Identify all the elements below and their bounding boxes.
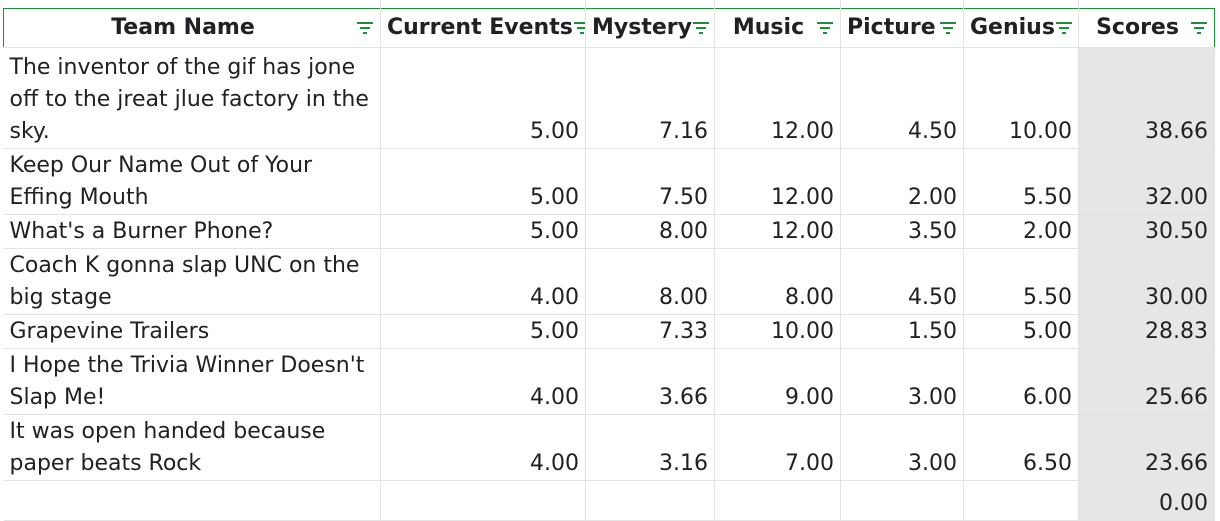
column-header-label: Scores (1096, 15, 1179, 40)
music-cell[interactable] (714, 480, 841, 521)
music-cell[interactable]: 9.00 (714, 348, 841, 415)
music-cell[interactable]: 7.00 (714, 414, 841, 481)
spreadsheet: Team Name Current Events Mystery Music P… (0, 0, 1220, 521)
column-header-label: Picture (847, 15, 936, 40)
music-cell[interactable]: 10.00 (714, 314, 841, 349)
scores-cell[interactable]: 25.66 (1078, 348, 1215, 415)
picture-cell[interactable] (840, 480, 964, 521)
picture-cell[interactable]: 4.50 (840, 248, 964, 315)
column-header-current-events[interactable]: Current Events (380, 8, 586, 48)
genius-cell[interactable]: 5.00 (963, 314, 1079, 349)
music-cell[interactable]: 12.00 (714, 214, 841, 249)
genius-cell[interactable] (963, 480, 1079, 521)
genius-cell[interactable]: 10.00 (963, 47, 1079, 149)
current-events-cell[interactable]: 5.00 (380, 314, 586, 349)
filter-icon[interactable] (939, 20, 957, 36)
team-name-cell[interactable]: Grapevine Trailers (3, 314, 381, 349)
team-name-cell[interactable] (3, 480, 381, 521)
current-events-cell[interactable] (380, 480, 586, 521)
column-header-genius[interactable]: Genius (963, 8, 1079, 48)
table-row: Grapevine Trailers 5.00 7.33 10.00 1.50 … (3, 314, 1215, 349)
current-events-cell[interactable]: 4.00 (380, 348, 586, 415)
mystery-cell[interactable]: 8.00 (585, 214, 715, 249)
current-events-cell[interactable]: 5.00 (380, 47, 586, 149)
column-header-scores[interactable]: Scores (1078, 8, 1215, 48)
scores-cell[interactable]: 32.00 (1078, 148, 1215, 215)
genius-cell[interactable]: 5.50 (963, 148, 1079, 215)
current-events-cell[interactable]: 5.00 (380, 214, 586, 249)
column-header-label: Current Events (387, 15, 573, 40)
team-name-cell[interactable]: I Hope the Trivia Winner Doesn't Slap Me… (3, 348, 381, 415)
column-header-strip (0, 0, 1220, 8)
scores-cell[interactable]: 30.50 (1078, 214, 1215, 249)
team-name-cell[interactable]: The inventor of the gif has jone off to … (3, 47, 381, 149)
column-header-label: Mystery (592, 15, 692, 40)
table-row: What's a Burner Phone? 5.00 8.00 12.00 3… (3, 214, 1215, 249)
table-row: 0.00 (3, 480, 1215, 521)
music-cell[interactable]: 12.00 (714, 148, 841, 215)
picture-cell[interactable]: 4.50 (840, 47, 964, 149)
filter-icon[interactable] (1055, 20, 1073, 36)
mystery-cell[interactable]: 7.50 (585, 148, 715, 215)
genius-cell[interactable]: 6.50 (963, 414, 1079, 481)
current-events-cell[interactable]: 5.00 (380, 148, 586, 215)
picture-cell[interactable]: 3.50 (840, 214, 964, 249)
table-row: Coach K gonna slap UNC on the big stage … (3, 248, 1215, 315)
genius-cell[interactable]: 5.50 (963, 248, 1079, 315)
picture-cell[interactable]: 3.00 (840, 414, 964, 481)
column-header-label: Team Name (111, 15, 255, 40)
genius-cell[interactable]: 2.00 (963, 214, 1079, 249)
column-header-mystery[interactable]: Mystery (585, 8, 715, 48)
team-name-cell[interactable]: Coach K gonna slap UNC on the big stage (3, 248, 381, 315)
mystery-cell[interactable]: 3.16 (585, 414, 715, 481)
scores-cell[interactable]: 28.83 (1078, 314, 1215, 349)
table-row: Keep Our Name Out of Your Effing Mouth 5… (3, 148, 1215, 215)
mystery-cell[interactable]: 7.33 (585, 314, 715, 349)
team-name-cell[interactable]: What's a Burner Phone? (3, 214, 381, 249)
team-name-cell[interactable]: It was open handed because paper beats R… (3, 414, 381, 481)
column-header-label: Music (732, 15, 805, 40)
mystery-cell[interactable]: 8.00 (585, 248, 715, 315)
column-header-picture[interactable]: Picture (840, 8, 964, 48)
scores-cell[interactable]: 23.66 (1078, 414, 1215, 481)
scores-cell[interactable]: 38.66 (1078, 47, 1215, 149)
table-row: It was open handed because paper beats R… (3, 414, 1215, 481)
filter-icon[interactable] (816, 20, 834, 36)
column-header-team-name[interactable]: Team Name (3, 8, 381, 48)
genius-cell[interactable]: 6.00 (963, 348, 1079, 415)
picture-cell[interactable]: 1.50 (840, 314, 964, 349)
scores-cell[interactable]: 30.00 (1078, 248, 1215, 315)
current-events-cell[interactable]: 4.00 (380, 248, 586, 315)
column-header-label: Genius (970, 15, 1055, 40)
mystery-cell[interactable] (585, 480, 715, 521)
scores-cell[interactable]: 0.00 (1078, 480, 1215, 521)
column-header-music[interactable]: Music (714, 8, 841, 48)
mystery-cell[interactable]: 3.66 (585, 348, 715, 415)
picture-cell[interactable]: 3.00 (840, 348, 964, 415)
table-row: The inventor of the gif has jone off to … (3, 47, 1215, 149)
team-name-cell[interactable]: Keep Our Name Out of Your Effing Mouth (3, 148, 381, 215)
music-cell[interactable]: 8.00 (714, 248, 841, 315)
picture-cell[interactable]: 2.00 (840, 148, 964, 215)
table-row: I Hope the Trivia Winner Doesn't Slap Me… (3, 348, 1215, 415)
music-cell[interactable]: 12.00 (714, 47, 841, 149)
filter-icon[interactable] (692, 20, 710, 36)
header-row: Team Name Current Events Mystery Music P… (3, 8, 1215, 48)
filter-icon[interactable] (1190, 20, 1208, 36)
data-table: Team Name Current Events Mystery Music P… (3, 8, 1215, 521)
filter-icon[interactable] (356, 20, 374, 36)
filter-icon[interactable] (573, 20, 586, 36)
current-events-cell[interactable]: 4.00 (380, 414, 586, 481)
mystery-cell[interactable]: 7.16 (585, 47, 715, 149)
